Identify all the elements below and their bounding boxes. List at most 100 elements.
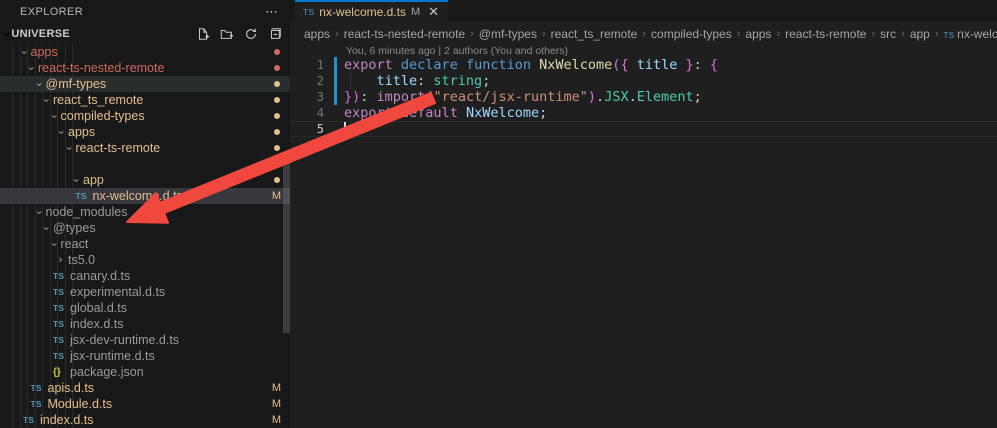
new-file-icon[interactable] xyxy=(194,25,212,43)
tree-item-label: Module.d.ts xyxy=(48,397,113,411)
chevron-down-icon: › xyxy=(53,125,68,140)
git-gutter-modified-indicator xyxy=(332,89,344,105)
tree-item-canary-d-ts[interactable]: TScanary.d.ts xyxy=(0,268,290,284)
chevron-down-icon: › xyxy=(46,109,61,124)
tree-item-node-modules[interactable]: ›node_modules xyxy=(0,204,290,220)
breadcrumb-item[interactable]: @mf-types xyxy=(479,27,537,41)
chevron-right-icon: › xyxy=(901,28,905,40)
tree-item-label: package.json xyxy=(70,365,144,379)
tree-item-global-d-ts[interactable]: TSglobal.d.ts xyxy=(0,300,290,316)
tree-item-react-ts-remote[interactable]: ›react_ts_remote xyxy=(0,92,290,108)
breadcrumb-item[interactable]: apps xyxy=(745,27,771,41)
tree-item-react[interactable]: ›react xyxy=(0,236,290,252)
editor-area: TS nx-welcome.d.ts M ✕ apps › react-ts-nes… xyxy=(290,0,997,428)
refresh-icon[interactable] xyxy=(242,25,260,43)
breadcrumb-item[interactable]: app xyxy=(910,27,930,41)
chevron-down-icon: › xyxy=(0,31,16,36)
sidebar-scrollbar[interactable] xyxy=(283,156,290,333)
typescript-file-icon: TS xyxy=(23,415,40,425)
tree-item-label: canary.d.ts xyxy=(70,269,130,283)
tree-item-nx-welcome-d-ts[interactable]: TSnx-welcome.d.tsM xyxy=(0,188,290,204)
tree-item-compiled-types[interactable]: ›compiled-types xyxy=(0,108,290,124)
explorer-header: EXPLORER ⋯ xyxy=(0,0,290,24)
explorer-toolbar xyxy=(194,25,284,43)
chevron-down-icon: › xyxy=(46,237,61,252)
tree-item-module-d-ts[interactable]: TSModule.d.tsM xyxy=(0,396,290,412)
chevron-right-icon: › xyxy=(542,28,546,40)
workspace-section-header[interactable]: › UNIVERSE xyxy=(0,24,290,44)
tree-item-apis-d-ts[interactable]: TSapis.d.tsM xyxy=(0,380,290,396)
tree-item-label: experimental.d.ts xyxy=(70,285,165,299)
tab-filename: nx-welcome.d.ts xyxy=(319,5,406,19)
tree-item--mf-types[interactable]: ›@mf-types xyxy=(0,76,290,92)
code-text: }): import("react/jsx-runtime").JSX.Elem… xyxy=(344,89,702,105)
tree-item-label: compiled-types xyxy=(61,109,145,123)
breadcrumb-item[interactable]: src xyxy=(880,27,896,41)
tree-item-label: jsx-dev-runtime.d.ts xyxy=(70,333,179,347)
tree-item-jsx-runtime-d-ts[interactable]: TSjsx-runtime.d.ts xyxy=(0,348,290,364)
tree-item-react-ts-nested-remote[interactable]: ›react-ts-nested-remote xyxy=(0,60,290,76)
code-line-3[interactable]: 3}): import("react/jsx-runtime").JSX.Ele… xyxy=(290,89,997,105)
tree-item-ts5-0[interactable]: ›ts5.0 xyxy=(0,252,290,268)
code-editor[interactable]: You, 6 minutes ago | 2 authors (You and … xyxy=(290,45,997,137)
tree-item-apps[interactable]: ›apps xyxy=(0,124,290,140)
tree-item-index-d-ts[interactable]: TSindex.d.ts M xyxy=(0,412,290,428)
code-line-5[interactable]: 5 xyxy=(290,121,997,137)
line-number: 4 xyxy=(290,106,332,120)
git-status-dot xyxy=(274,97,280,103)
tab-nx-welcome[interactable]: TS nx-welcome.d.ts M ✕ xyxy=(295,0,448,22)
tab-modified-badge: M xyxy=(411,6,420,18)
breadcrumb-item[interactable]: react_ts_remote xyxy=(551,27,638,41)
collapse-all-icon[interactable] xyxy=(266,25,284,43)
breadcrumb-item[interactable]: react-ts-nested-remote xyxy=(344,27,465,41)
tree-item--types[interactable]: ›@types xyxy=(0,220,290,236)
breadcrumb-item[interactable]: apps xyxy=(304,27,330,41)
typescript-file-icon: TS xyxy=(53,319,70,329)
tree-item-label: node_modules xyxy=(46,205,128,219)
git-status-dot xyxy=(274,129,280,135)
typescript-file-icon: TS xyxy=(31,399,48,409)
code-line-4[interactable]: 4 export default NxWelcome; xyxy=(290,105,997,121)
code-indent-guide xyxy=(350,73,351,89)
tree-item-label: apis.d.ts xyxy=(48,381,95,395)
tree-item-label: apps xyxy=(31,45,58,59)
tree-item-react-ts-remote[interactable]: ›react-ts-remote xyxy=(0,140,290,156)
tree-item-jsx-dev-runtime-d-ts[interactable]: TSjsx-dev-runtime.d.ts xyxy=(0,332,290,348)
typescript-file-icon: TS xyxy=(53,351,70,361)
tree-item-app[interactable]: ›app xyxy=(0,172,290,188)
chevron-right-icon: › xyxy=(737,28,741,40)
git-status-dot xyxy=(274,49,280,55)
new-folder-icon[interactable] xyxy=(218,25,236,43)
explorer-title: EXPLORER xyxy=(20,6,83,18)
code-line-2[interactable]: 2 title: string; xyxy=(290,73,997,89)
chevron-down-icon: › xyxy=(31,205,46,220)
tree-item-package-json[interactable]: {}package.json xyxy=(0,364,290,380)
tree-item-experimental-d-ts[interactable]: TSexperimental.d.ts xyxy=(0,284,290,300)
explorer-more-actions-icon[interactable]: ⋯ xyxy=(265,7,278,17)
text-cursor xyxy=(344,122,346,136)
tree-item-label: react-ts-nested-remote xyxy=(38,61,164,75)
tree-item-index-d-ts[interactable]: TSindex.d.ts xyxy=(0,316,290,332)
breadcrumb-item[interactable]: react-ts-remote xyxy=(785,27,866,41)
close-icon[interactable]: ✕ xyxy=(428,4,439,20)
tree-item-label: @types xyxy=(53,221,96,235)
tree-item-apps[interactable]: ›apps xyxy=(0,44,290,60)
breadcrumb-item[interactable]: compiled-types xyxy=(651,27,732,41)
git-modified-badge: M xyxy=(272,414,281,426)
git-status-dot xyxy=(274,65,280,71)
chevron-right-icon: › xyxy=(871,28,875,40)
tree-item-label: apps xyxy=(68,125,95,139)
code-text: export default NxWelcome; xyxy=(344,105,547,121)
code-line-1[interactable]: 1export declare function NxWelcome({ tit… xyxy=(290,57,997,73)
code-text: export declare function NxWelcome({ titl… xyxy=(344,57,718,73)
tree-item-label: nx-welcome.d.ts xyxy=(93,189,183,203)
workspace-title: UNIVERSE xyxy=(11,28,70,40)
breadcrumb-item[interactable]: TSnx-welcome.d.ts xyxy=(944,27,997,41)
chevron-right-icon: › xyxy=(935,28,939,40)
typescript-file-icon: TS xyxy=(53,303,70,313)
breadcrumb: apps › react-ts-nested-remote › @mf-types › re… xyxy=(290,22,997,45)
tree-item-label: index.d.ts xyxy=(40,413,94,427)
codelens-blame[interactable]: You, 6 minutes ago | 2 authors (You and … xyxy=(290,45,997,57)
tab-bar: TS nx-welcome.d.ts M ✕ xyxy=(290,0,997,22)
line-number: 2 xyxy=(290,74,332,88)
